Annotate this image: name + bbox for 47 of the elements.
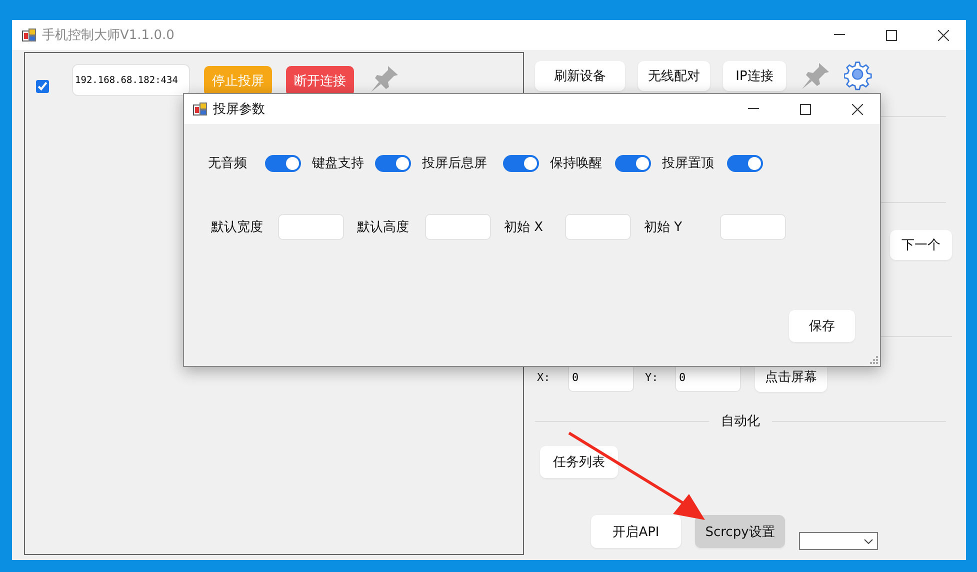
dialog-title: 投屏参数 [213, 101, 266, 118]
minimize-icon [834, 34, 844, 36]
toggle-switch[interactable] [503, 154, 539, 172]
toolbar-button[interactable]: IP连接 [723, 61, 786, 91]
x-label: X: [537, 370, 552, 384]
field-label: 初始 Y [644, 219, 684, 236]
field-label: 初始 X [504, 219, 544, 236]
number-field[interactable] [565, 214, 631, 240]
toggle-switch[interactable] [727, 154, 763, 172]
settings-icon[interactable] [844, 61, 874, 91]
close-icon [852, 104, 862, 114]
toolbar-button[interactable]: 刷新设备 [535, 61, 625, 91]
task-list-button[interactable]: 任务列表 [540, 446, 618, 478]
chevron-icon [864, 538, 873, 544]
address-field[interactable]: 192.168.68.182:434 [72, 64, 190, 96]
toggle-label: 保持唤醒 [550, 155, 603, 172]
app-icon [22, 28, 36, 42]
toggle-switch[interactable] [615, 154, 651, 172]
dropdown[interactable] [799, 532, 878, 550]
maximize-icon [886, 30, 896, 40]
device-checkbox[interactable] [36, 80, 49, 93]
scrcpy-settings-button[interactable]: Scrcpy设置 [695, 515, 785, 548]
toggle-label: 无音频 [208, 155, 248, 172]
window-title: 手机控制大师V1.1.0.0 [42, 27, 176, 44]
close-icon [938, 30, 948, 40]
toggle-label: 投屏后息屏 [422, 155, 488, 172]
save-button[interactable]: 保存 [789, 310, 855, 342]
section-heading: 自动化 [721, 413, 760, 430]
next-button[interactable]: 下一个 [890, 230, 952, 260]
disconnect-button[interactable]: 断开连接 [286, 66, 354, 96]
minimize-icon [748, 108, 758, 110]
app-icon [193, 102, 207, 116]
toggle-label: 键盘支持 [312, 155, 365, 172]
maximize-icon [800, 104, 810, 114]
pushpin-icon[interactable] [368, 64, 400, 94]
field-label: 默认高度 [357, 219, 410, 236]
field-label: 默认宽度 [210, 219, 264, 236]
toggle-switch[interactable] [265, 154, 301, 172]
resize-grip-icon[interactable] [869, 355, 878, 364]
api-button[interactable]: 开启API [591, 515, 681, 548]
toggle-switch[interactable] [375, 154, 411, 172]
number-field[interactable] [720, 214, 786, 240]
y-label: Y: [645, 370, 660, 384]
number-field[interactable] [278, 214, 344, 240]
toggle-label: 投屏置顶 [662, 155, 715, 172]
number-field[interactable] [425, 214, 491, 240]
toolbar-button[interactable]: 无线配对 [638, 61, 710, 91]
